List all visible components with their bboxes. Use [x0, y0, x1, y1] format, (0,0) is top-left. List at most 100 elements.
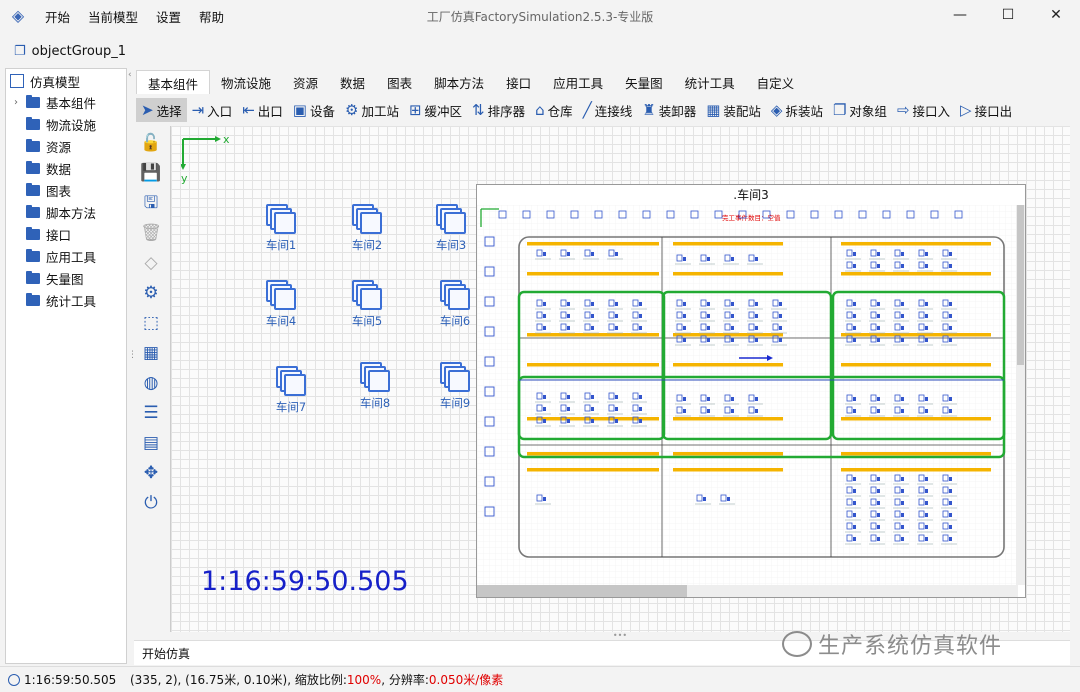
gear-icon[interactable]: ⚙	[136, 278, 166, 308]
tab-charts[interactable]: 图表	[376, 70, 423, 94]
assembly-tool[interactable]: ▦ 装配站	[701, 98, 766, 122]
folder-icon	[26, 204, 40, 218]
tree-item-logistics[interactable]: 物流设施	[6, 113, 126, 135]
object-group-icon	[276, 366, 306, 396]
minimize-button[interactable]: —	[936, 0, 984, 30]
tree-item-scripts[interactable]: 脚本方法	[6, 201, 126, 223]
globe-icon[interactable]: ◍	[136, 368, 166, 398]
tab-basic[interactable]: 基本组件	[136, 70, 211, 94]
maximize-button[interactable]: ☐	[984, 0, 1032, 30]
workstation-tool[interactable]: ⚙ 加工站	[340, 98, 404, 122]
machine-icon	[567, 395, 570, 399]
object-group-tool[interactable]: ❐ 对象组	[828, 98, 892, 122]
warehouse-tool[interactable]: ⌂ 仓库	[530, 98, 578, 122]
cube-icon[interactable]: ⬚	[136, 308, 166, 338]
gantt-icon[interactable]: ▤	[136, 428, 166, 458]
tree-item-data[interactable]: 数据	[6, 157, 126, 179]
menu-start[interactable]: 开始	[36, 7, 79, 26]
workshop-4[interactable]: 车间4	[251, 280, 311, 329]
machine-icon	[925, 397, 928, 401]
tab-custom[interactable]: 自定义	[746, 70, 806, 94]
workshop-8[interactable]: 车间8	[345, 362, 405, 411]
machine-icon	[877, 525, 880, 529]
folder-icon	[26, 138, 40, 152]
object-group-icon	[352, 204, 382, 234]
tree-item-interface[interactable]: 接口	[6, 223, 126, 245]
save-icon[interactable]: 💾	[136, 158, 166, 188]
connector-tool[interactable]: ╱ 连接线	[578, 98, 638, 122]
conveyor-bar	[527, 333, 659, 337]
tree-item-resources[interactable]: 资源	[6, 135, 126, 157]
power-icon[interactable]: ⏻	[136, 488, 166, 518]
close-button[interactable]: ✕	[1032, 0, 1080, 30]
machine-icon	[901, 501, 904, 505]
tab-interface[interactable]: 接口	[495, 70, 542, 94]
tab-logistics[interactable]: 物流设施	[210, 70, 282, 94]
machine-icon	[707, 302, 710, 306]
conveyor-bar	[673, 468, 783, 472]
model-canvas[interactable]: x y 车间1 车间2 车间3 车间4 车间5 车间6 车间7 车间8 车间9 …	[170, 126, 1070, 632]
menu-current-model[interactable]: 当前模型	[79, 7, 147, 26]
sidebar-splitter[interactable]: ‹ ⋮	[128, 68, 137, 664]
entry-tool[interactable]: ⇥ 入口	[187, 98, 238, 122]
buffer-tool[interactable]: ⊞ 缓冲区	[404, 98, 467, 122]
status-zoom: 100%	[346, 672, 382, 687]
machine-icon	[901, 338, 904, 342]
list-icon[interactable]: ☰	[136, 398, 166, 428]
tab-stats[interactable]: 统计工具	[674, 70, 746, 94]
machine-icon	[683, 338, 686, 342]
tab-apptools[interactable]: 应用工具	[542, 70, 614, 94]
tree-item-charts[interactable]: 图表	[6, 179, 126, 201]
workshop-preview-window[interactable]: .车间3 完工事件数目：空值	[476, 184, 1026, 598]
loader-tool[interactable]: ♜ 装卸器	[637, 98, 701, 122]
workshop-1[interactable]: 车间1	[251, 204, 311, 253]
workshop-7[interactable]: 车间7	[261, 366, 321, 415]
machine-icon	[567, 302, 570, 306]
device-tool[interactable]: ▣ 设备	[288, 98, 340, 122]
machine-icon	[877, 513, 880, 517]
machine-icon	[615, 314, 618, 318]
exit-icon: ⇤	[242, 101, 255, 119]
menu-help[interactable]: 帮助	[190, 7, 233, 26]
tree-item-vector[interactable]: 矢量图	[6, 267, 126, 289]
machine-icon	[615, 419, 618, 423]
preview-horizontal-scrollbar[interactable]	[477, 585, 1018, 597]
machine-icon	[877, 501, 880, 505]
move-icon[interactable]: ✥	[136, 458, 166, 488]
tree-item-apptools[interactable]: 应用工具	[6, 245, 126, 267]
save-as-icon[interactable]: 🖫	[136, 188, 166, 218]
trash-icon[interactable]: 🗑	[136, 218, 166, 248]
tab-resources[interactable]: 资源	[282, 70, 329, 94]
workstation-icon: ⚙	[344, 101, 359, 119]
tab-data[interactable]: 数据	[329, 70, 376, 94]
machine-icon	[901, 314, 904, 318]
workshop-5[interactable]: 车间5	[337, 280, 397, 329]
machine-icon	[731, 326, 734, 330]
sorter-tool[interactable]: ⇅ 排序器	[467, 98, 530, 122]
tab-vector[interactable]: 矢量图	[614, 70, 674, 94]
conveyor-bar	[841, 272, 991, 276]
lock-icon[interactable]: 🔓	[136, 128, 166, 158]
workshop-2[interactable]: 车间2	[337, 204, 397, 253]
tab-scripts[interactable]: 脚本方法	[423, 70, 495, 94]
tree-root[interactable]: 仿真模型	[6, 71, 126, 91]
select-tool[interactable]: ➤ 选择	[136, 98, 187, 122]
workshop-3[interactable]: 车间3	[421, 204, 481, 253]
tree-item-basic[interactable]: › 基本组件	[6, 91, 126, 113]
layers-icon[interactable]: ◇	[136, 248, 166, 278]
entry-icon: ⇥	[191, 101, 205, 119]
menu-settings[interactable]: 设置	[147, 7, 190, 26]
exit-tool[interactable]: ⇤ 出口	[237, 98, 288, 122]
interface-out-tool[interactable]: ▷ 接口出	[955, 98, 1017, 122]
interface-in-tool[interactable]: ⇨ 接口入	[892, 98, 955, 122]
tree-item-label: 图表	[46, 183, 72, 199]
chevron-right-icon[interactable]: ›	[14, 97, 26, 108]
tree-item-stats[interactable]: 统计工具	[6, 289, 126, 311]
machine-icon	[731, 314, 734, 318]
console-text: 开始仿真	[142, 647, 191, 661]
machine-icon	[901, 513, 904, 517]
preview-vertical-scrollbar[interactable]	[1016, 205, 1025, 585]
calendar-icon[interactable]: ▦	[136, 338, 166, 368]
object-group-tab[interactable]: ❐ objectGroup_1	[14, 40, 126, 62]
disassembly-tool[interactable]: ◈ 拆装站	[766, 98, 828, 122]
